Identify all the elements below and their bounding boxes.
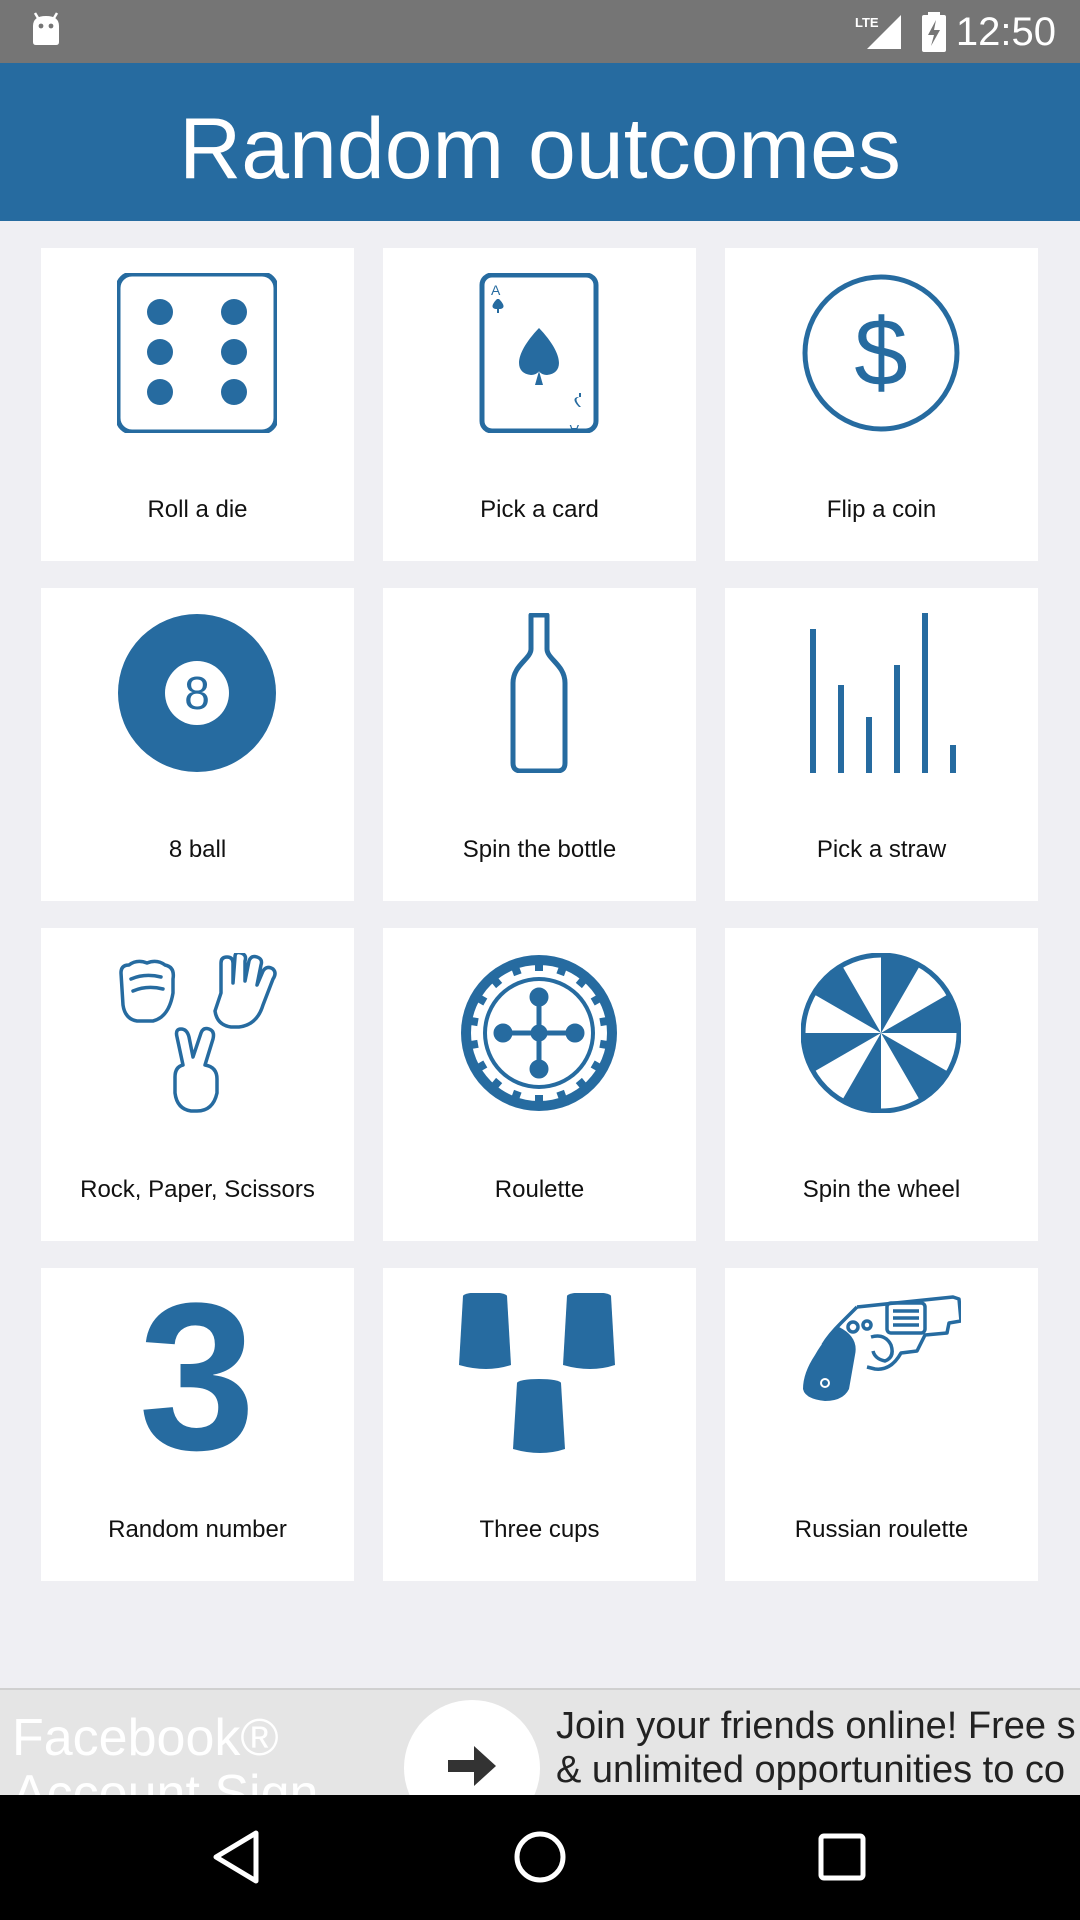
tile-three-cups[interactable]: Three cups [383,1268,696,1581]
die-icon [117,273,277,433]
home-icon[interactable] [510,1827,570,1887]
back-icon[interactable] [208,1827,268,1887]
tile-label: Flip a coin [826,496,937,523]
tile-label: Roulette [494,1176,585,1203]
wheel-icon [801,953,961,1113]
app-bar: Random outcomes [0,63,1080,221]
tile-label: Pick a straw [816,836,947,863]
lte-signal-icon: LTE [855,15,901,49]
tile-spin-the-bottle[interactable]: Spin the bottle [383,588,696,901]
tile-roulette[interactable]: Roulette [383,928,696,1241]
arrow-right-icon [448,1746,496,1786]
tile-flip-a-coin[interactable]: $ Flip a coin [725,248,1038,561]
tile-rock-paper-scissors[interactable]: Rock, Paper, Scissors [41,928,354,1241]
random-number-digit: 3 [139,1293,256,1453]
tile-8-ball[interactable]: 8 8 ball [41,588,354,901]
tile-pick-a-straw[interactable]: Pick a straw [725,588,1038,901]
status-bar: LTE 12:50 [0,0,1080,63]
tile-label: Three cups [479,1516,600,1543]
ad-title: Facebook® Account Sign Up [12,1709,319,1797]
svg-text:A: A [569,422,579,433]
tile-label: Spin the wheel [802,1176,961,1203]
ad-text-line-2: & unlimited opportunities to co [556,1749,1066,1791]
clock: 12:50 [955,10,1056,54]
page-title: Random outcomes [179,101,901,197]
rock-paper-scissors-icon [119,953,277,1113]
tile-label: Russian roulette [794,1516,969,1543]
random-number-icon: 3 [139,1293,256,1453]
playing-card-icon: A A [479,273,599,433]
navigation-bar [0,1795,1080,1920]
recents-icon[interactable] [812,1827,872,1887]
eight-ball-number: 8 [184,667,210,719]
coin-icon: $ [802,274,960,432]
tile-random-number[interactable]: 3 Random number [41,1268,354,1581]
network-type-label: LTE [855,15,879,30]
tile-label: Random number [108,1516,287,1543]
svg-text:A: A [491,282,501,298]
tile-pick-a-card[interactable]: A A Pick a card [383,248,696,561]
tile-label: Pick a card [480,496,599,523]
battery-charging-icon [922,12,946,52]
tile-russian-roulette[interactable]: Russian roulette [725,1268,1038,1581]
straws-icon [810,613,956,773]
tile-label: 8 ball [168,836,227,863]
tile-label: Rock, Paper, Scissors [80,1176,315,1203]
tile-roll-a-die[interactable]: Roll a die [41,248,354,561]
revolver-icon [803,1295,961,1401]
android-icon [33,12,59,45]
ad-banner[interactable]: Facebook® Account Sign Up Join your frie… [0,1688,1080,1797]
bottle-icon [510,613,568,773]
tile-spin-the-wheel[interactable]: Spin the wheel [725,928,1038,1241]
ad-arrow-button[interactable] [404,1700,540,1797]
eight-ball-icon: 8 [118,614,276,772]
tile-label: Spin the bottle [462,836,617,863]
roulette-icon [461,955,617,1111]
svg-text:$: $ [854,299,907,406]
three-cups-icon [459,1293,615,1453]
ad-text-line-1: Join your friends online! Free s [556,1705,1076,1747]
tile-label: Roll a die [147,496,248,523]
ad-text: Join your friends online! Free s & unlim… [556,1704,1076,1792]
